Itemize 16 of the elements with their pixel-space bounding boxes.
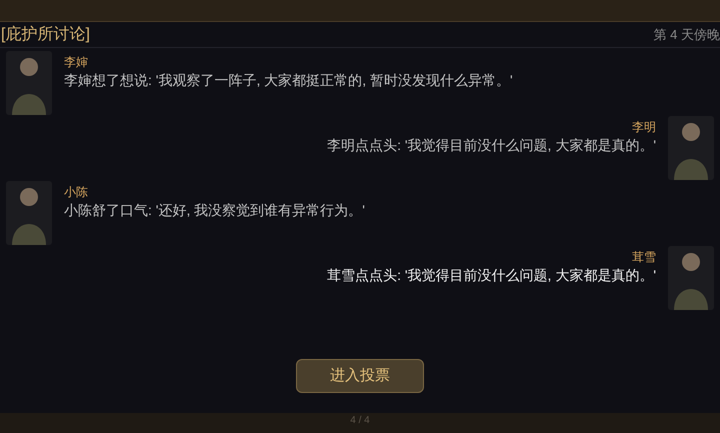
character-portrait: [668, 246, 714, 310]
message-text: 茸雪点点头: '我觉得目前没什么问题, 大家都是真的。': [327, 266, 656, 285]
vote-button[interactable]: 进入投票: [296, 359, 424, 393]
day-time-label: 第 4 天傍晚: [654, 26, 720, 44]
character-portrait: [6, 181, 52, 245]
page-indicator: 4 / 4: [350, 414, 370, 428]
speaker-name: 茸雪: [632, 249, 656, 265]
speaker-name: 李婶: [64, 54, 88, 70]
message-text: 李明点点头: '我觉得目前没什么问题, 大家都是真的。': [327, 136, 656, 155]
speaker-name: 李明: [632, 119, 656, 135]
speaker-name: 小陈: [64, 184, 88, 200]
message-text: 小陈舒了口气: '还好, 我没察觉到谁有异常行为。': [64, 201, 365, 220]
character-portrait: [6, 51, 52, 115]
character-portrait: [668, 116, 714, 180]
message-text: 李婶想了想说: '我观察了一阵子, 大家都挺正常的, 暂时没发现什么异常。': [64, 71, 513, 90]
panel-title: [庇护所讨论]: [0, 24, 90, 44]
